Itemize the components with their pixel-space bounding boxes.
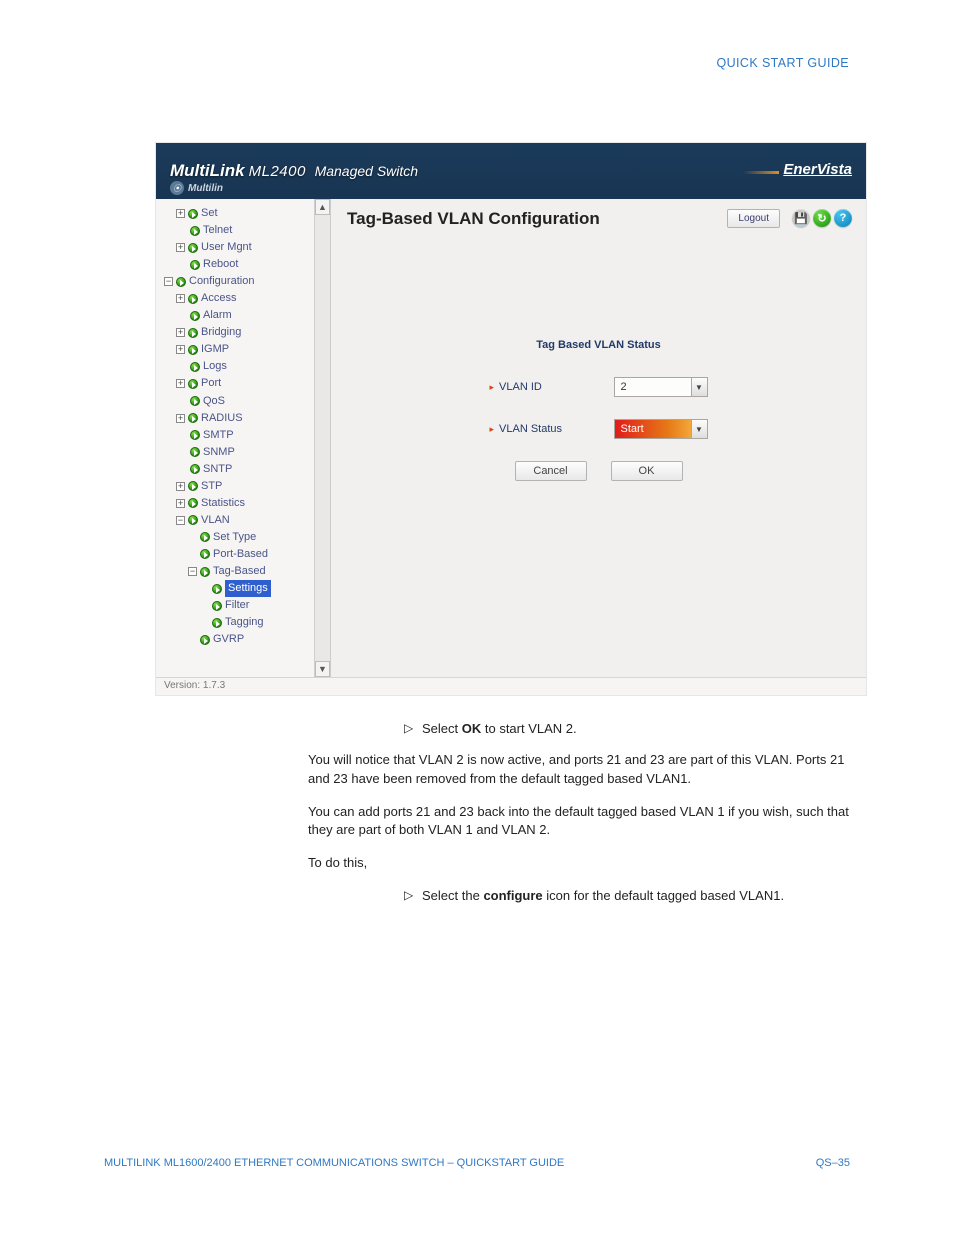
bullet-icon [190,260,200,270]
bullet-icon [188,209,198,219]
nav-tagbased[interactable]: −Tag-Based [158,563,328,580]
vlan-id-select[interactable]: 2 ▼ [614,377,708,397]
nav-set[interactable]: +Set [158,205,328,222]
brand-badge: ⦿ Multilin [170,181,223,195]
logo-model: ML2400 [249,163,306,180]
cancel-button[interactable]: Cancel [515,461,587,481]
bullet-icon [188,498,198,508]
bullet-icon [200,549,210,559]
nav-qos[interactable]: QoS [158,393,328,410]
nav-telnet[interactable]: Telnet [158,222,328,239]
vlan-id-value: 2 [615,378,691,396]
bullet-icon [190,362,200,372]
nav-settype[interactable]: Set Type [158,529,328,546]
nav-tagging[interactable]: Tagging [158,614,328,631]
bullet-icon [212,584,222,594]
bullet-icon [188,413,198,423]
bullet-icon [200,532,210,542]
nav-snmp[interactable]: SNMP [158,444,328,461]
nav-usermgnt[interactable]: +User Mgnt [158,239,328,256]
nav-vlan[interactable]: −VLAN [158,512,328,529]
bullet-icon [190,396,200,406]
bullet-icon [200,635,210,645]
nav-configuration[interactable]: −Configuration [158,273,328,290]
para-2: You can add ports 21 and 23 back into th… [308,803,860,841]
nav-radius[interactable]: +RADIUS [158,410,328,427]
nav-tree-wrap: +Set Telnet +User Mgnt Reboot −Configura… [156,199,331,677]
bullet-icon [176,277,186,287]
bullet-icon [188,294,198,304]
product-logo: MultiLinkML2400 Managed Switch [170,161,418,181]
para-1: You will notice that VLAN 2 is now activ… [308,751,860,789]
nav-filter[interactable]: Filter [158,597,328,614]
enervista-logo: EnerVista [783,161,852,178]
bullet-icon [190,430,200,440]
footer-left: MULTILINK ML1600/2400 ETHERNET COMMUNICA… [104,1157,564,1169]
nav-portbased[interactable]: Port-Based [158,546,328,563]
bullet-icon [188,481,198,491]
page-footer: MULTILINK ML1600/2400 ETHERNET COMMUNICA… [104,1157,850,1169]
vlan-status-panel: Tag Based VLAN Status VLAN ID 2 ▼ VLAN S… [347,339,850,481]
nav-tree: +Set Telnet +User Mgnt Reboot −Configura… [156,199,330,654]
step-2: Select the configure icon for the defaul… [308,887,860,906]
page-header-right: QUICK START GUIDE [716,56,849,70]
nav-igmp[interactable]: +IGMP [158,341,328,358]
scroll-down-icon[interactable]: ▼ [315,661,330,677]
app-screenshot: MultiLinkML2400 Managed Switch ⦿ Multili… [155,142,867,696]
step-1: Select OK to start VLAN 2. [308,720,860,739]
tree-scrollbar[interactable]: ▲ ▼ [314,199,330,677]
chevron-down-icon[interactable]: ▼ [691,378,707,396]
nav-gvrp[interactable]: GVRP [158,631,328,648]
app-header: MultiLinkML2400 Managed Switch ⦿ Multili… [156,143,866,199]
panel-subtitle: Tag Based VLAN Status [347,339,850,351]
nav-logs[interactable]: Logs [158,358,328,375]
logo-main: MultiLink [170,161,245,180]
nav-port[interactable]: +Port [158,375,328,392]
brand-sub: Multilin [188,183,223,194]
nav-access[interactable]: +Access [158,290,328,307]
chevron-down-icon[interactable]: ▼ [691,420,707,438]
save-icon[interactable]: 💾 [792,209,810,227]
vlan-status-value: Start [615,420,691,438]
vlan-status-select[interactable]: Start ▼ [614,419,708,439]
nav-bridging[interactable]: +Bridging [158,324,328,341]
logout-button[interactable]: Logout [727,209,780,228]
bullet-icon [212,601,222,611]
ge-icon: ⦿ [170,181,184,195]
bullet-icon [188,345,198,355]
nav-sntp[interactable]: SNTP [158,461,328,478]
refresh-icon[interactable]: ↻ [813,209,831,227]
nav-alarm[interactable]: Alarm [158,307,328,324]
bullet-icon [188,379,198,389]
nav-reboot[interactable]: Reboot [158,256,328,273]
bullet-icon [190,447,200,457]
ok-button[interactable]: OK [611,461,683,481]
bullet-icon [212,618,222,628]
bullet-icon [188,243,198,253]
bullet-icon [190,464,200,474]
document-body-text: Select OK to start VLAN 2. You will noti… [308,720,860,918]
nav-statistics[interactable]: +Statistics [158,495,328,512]
nav-stp[interactable]: +STP [158,478,328,495]
bullet-icon [188,515,198,525]
scroll-up-icon[interactable]: ▲ [315,199,330,215]
version-label: Version: 1.7.3 [156,677,866,695]
nav-smtp[interactable]: SMTP [158,427,328,444]
vlan-id-label: VLAN ID [490,381,580,393]
para-3: To do this, [308,854,860,873]
nav-settings[interactable]: Settings [158,580,328,597]
vlan-status-label: VLAN Status [490,423,580,435]
footer-right: QS–35 [816,1157,850,1169]
help-icon[interactable]: ? [834,209,852,227]
bullet-icon [188,328,198,338]
bullet-icon [190,226,200,236]
logo-tag: Managed Switch [315,163,419,179]
bullet-icon [190,311,200,321]
bullet-icon [200,567,210,577]
main-panel: Tag-Based VLAN Configuration Logout 💾 ↻ … [331,199,866,677]
